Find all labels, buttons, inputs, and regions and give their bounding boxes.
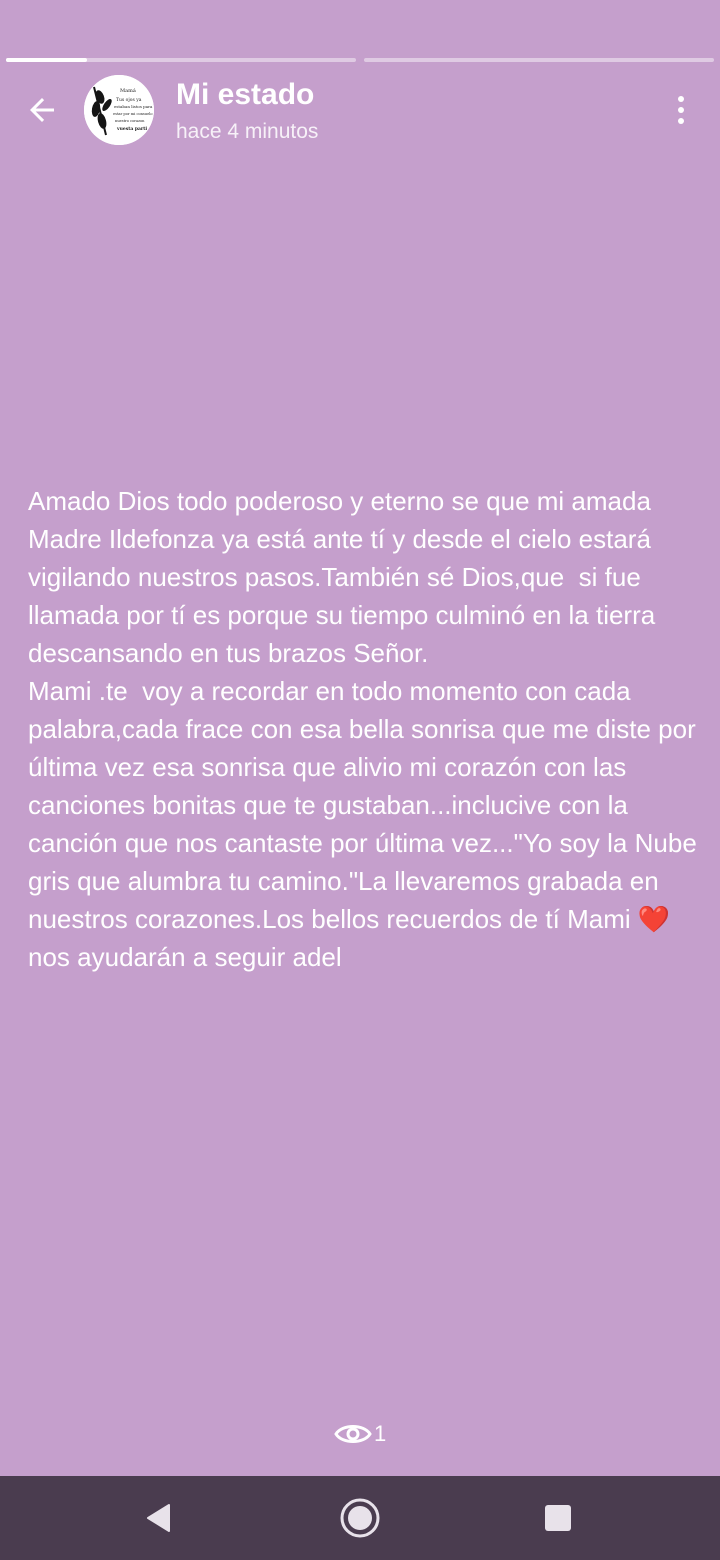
status-text: Amado Dios todo poderoso y eterno se que… [28, 486, 697, 972]
avatar-text-4: estar por mi consuelo [113, 112, 153, 116]
more-vert-icon [678, 96, 684, 102]
avatar[interactable]: Mamá Tus ojos ya estaban listos para est… [84, 75, 154, 145]
status-owner-title: Mi estado [176, 78, 315, 111]
avatar-text-2: Tus ojos ya [116, 97, 142, 103]
nav-recents-button[interactable] [534, 1496, 582, 1540]
nav-home-button[interactable] [336, 1496, 384, 1540]
more-vert-icon-dot-3 [678, 118, 684, 124]
square-recent-icon [545, 1505, 571, 1531]
story-progress-bar-2 [364, 58, 714, 62]
views-count: 1 [374, 1421, 387, 1446]
status-timestamp: hace 4 minutos [176, 120, 319, 143]
story-progress-bar-1 [6, 58, 356, 62]
avatar-text-3: estaban listos para [114, 104, 153, 109]
avatar-text-6: vuesta parti [116, 126, 147, 132]
system-navigation-bar [0, 1476, 720, 1560]
views-counter[interactable]: 1 [334, 1416, 386, 1452]
nav-back-button[interactable] [134, 1496, 182, 1540]
triangle-back-icon [147, 1504, 170, 1532]
story-progress-fill-1 [6, 58, 87, 62]
more-options-button[interactable] [664, 88, 698, 132]
back-button[interactable] [20, 88, 64, 132]
avatar-text-5: nuestro corazon [115, 119, 145, 123]
circle-home-icon [340, 1498, 380, 1538]
arrow-back-icon [30, 98, 54, 122]
eye-icon [334, 1425, 372, 1443]
avatar-text-1: Mamá [120, 87, 136, 94]
more-vert-icon-dot-2 [678, 107, 684, 113]
